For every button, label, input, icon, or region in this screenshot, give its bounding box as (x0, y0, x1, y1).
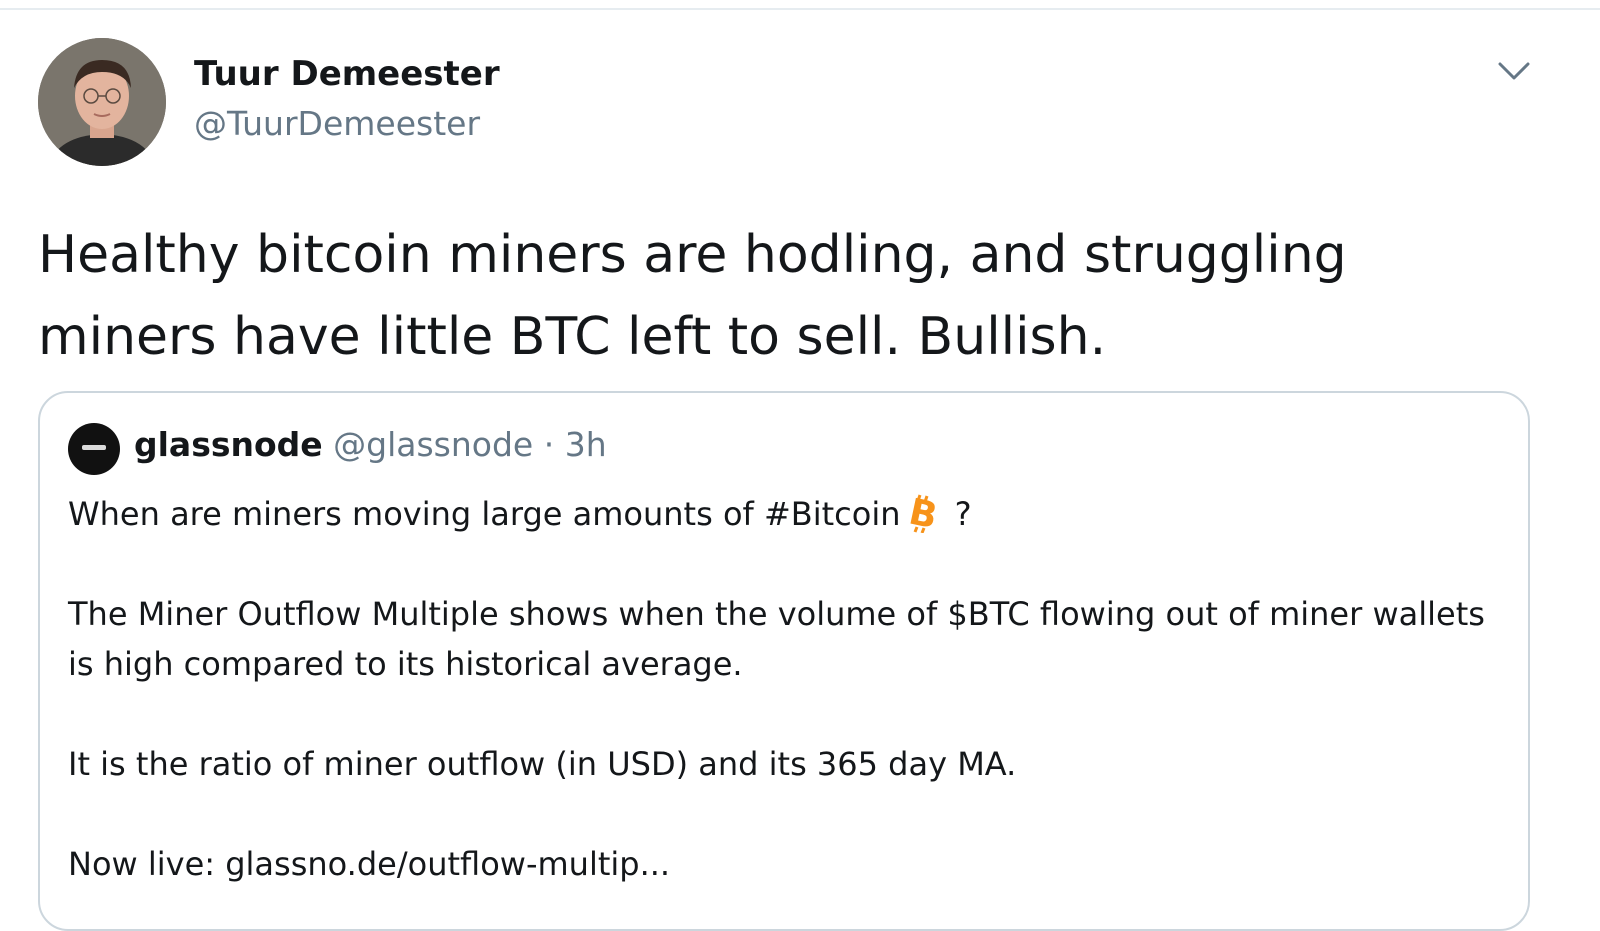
quoted-line-1-end: ? (944, 495, 972, 533)
meta-separator: · (543, 425, 555, 464)
quoted-tweet-header: glassnode @glassnode · 3h (134, 425, 607, 464)
chevron-down-icon[interactable] (1494, 56, 1534, 86)
quoted-paragraph-3: It is the ratio of miner outflow (in USD… (68, 745, 1017, 783)
quoted-author-handle[interactable]: @glassnode (333, 425, 533, 464)
tweet-text: Healthy bitcoin miners are hodling, and … (38, 225, 1347, 367)
author-name[interactable]: Tuur Demeester (194, 54, 500, 94)
quoted-tweet-time[interactable]: 3h (565, 425, 607, 464)
quoted-line-1-text: When are miners moving large amounts of … (68, 495, 901, 533)
quoted-paragraph-4[interactable]: Now live: glassno.de/outflow-multip... (68, 839, 1508, 889)
bitcoin-icon: B (903, 492, 943, 538)
top-divider (0, 8, 1600, 10)
glassnode-logo-icon (82, 445, 106, 450)
quoted-tweet-body: When are miners moving large amounts of … (68, 489, 1508, 889)
quoted-paragraph-2: The Miner Outflow Multiple shows when th… (68, 595, 1496, 683)
author-avatar[interactable] (38, 38, 166, 166)
quoted-line-1: When are miners moving large amounts of … (68, 489, 1508, 539)
author-handle[interactable]: @TuurDemeester (194, 104, 480, 143)
quoted-author-name[interactable]: glassnode (134, 425, 323, 464)
quoted-tweet-card[interactable]: glassnode @glassnode · 3h When are miner… (38, 391, 1530, 931)
svg-text:B: B (905, 493, 940, 533)
quoted-author-avatar[interactable] (68, 423, 120, 475)
